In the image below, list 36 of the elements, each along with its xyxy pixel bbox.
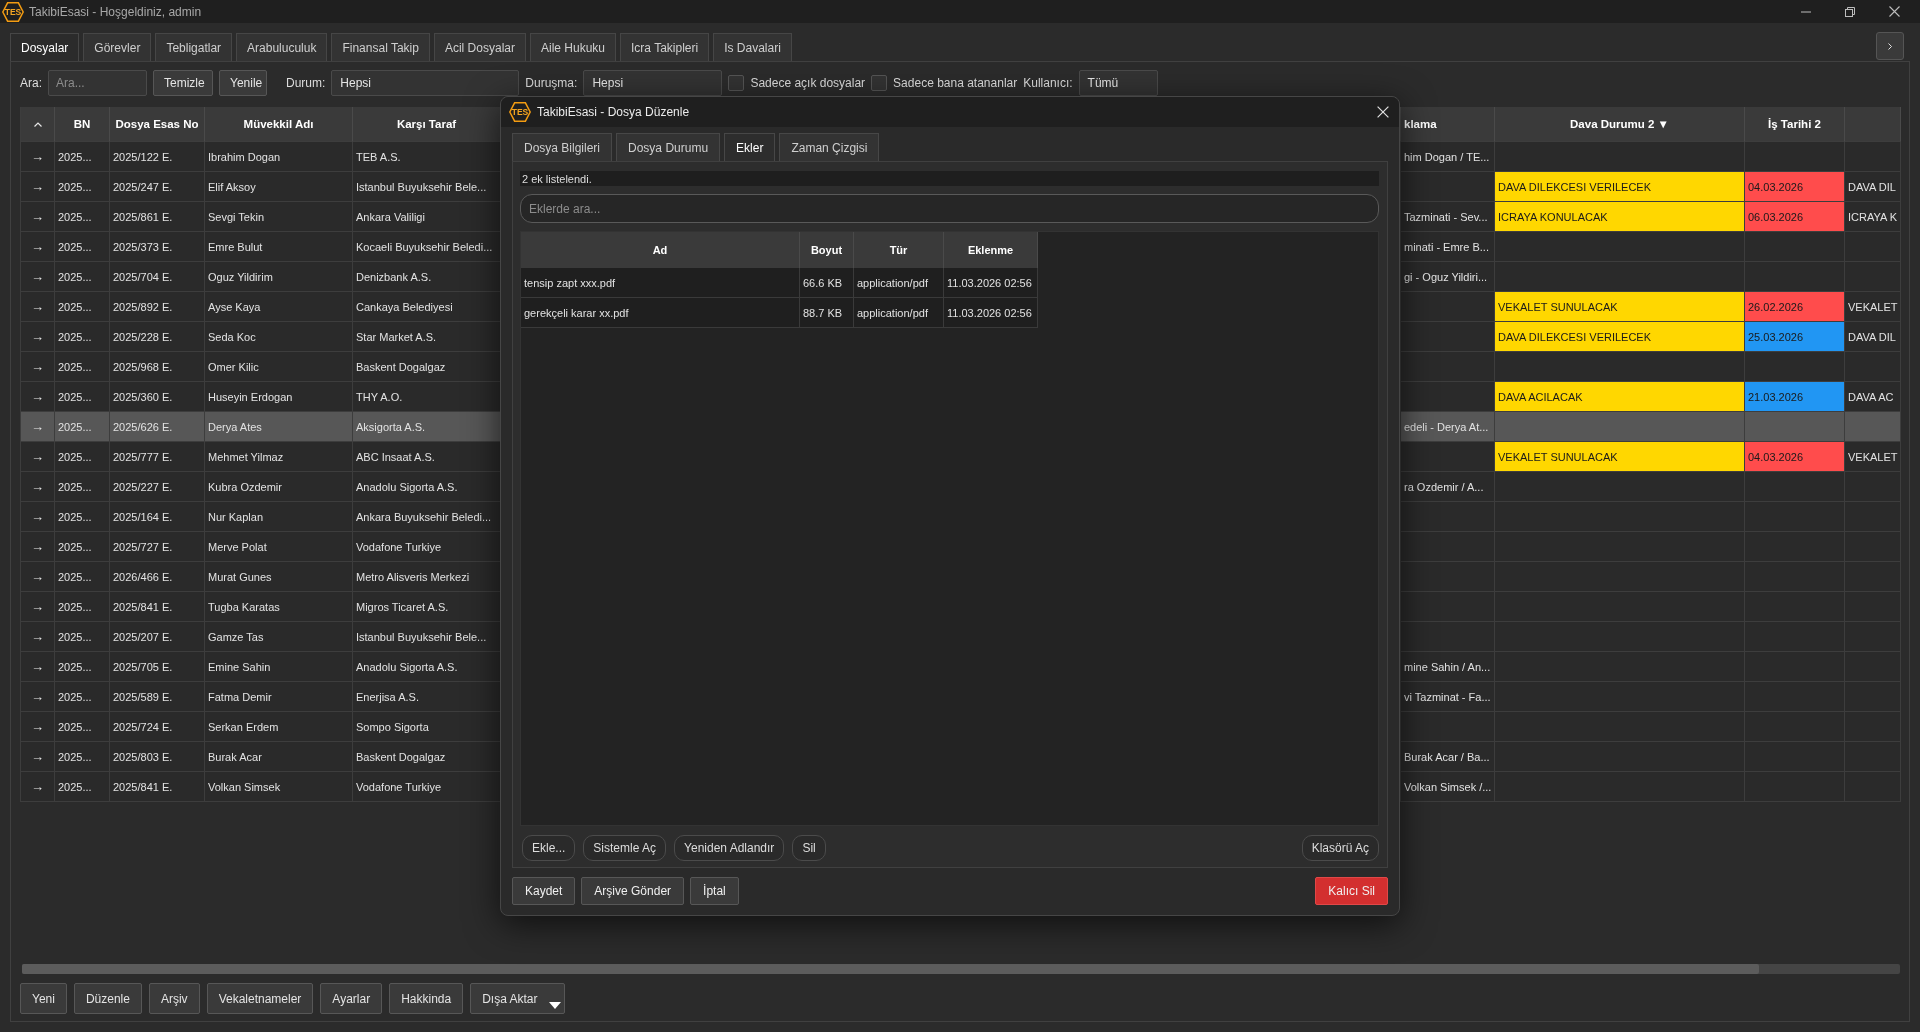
dialog-title: TakibiEsasi - Dosya Düzenle — [537, 105, 690, 119]
table-cell: 2025... — [55, 772, 110, 802]
date-cell: 06.03.2026 — [1745, 202, 1845, 232]
logo-icon: TES — [2, 1, 24, 22]
date-cell: 25.03.2026 — [1745, 322, 1845, 352]
status-cell: DAVA DILEKCESI VERILECEK — [1495, 172, 1745, 202]
hearing-label: Duruşma: — [525, 76, 578, 90]
status-cell: DAVA ACILACAK — [1495, 382, 1745, 412]
logo-icon: TES — [509, 102, 531, 122]
table-cell: Volkan Simsek /... — [1401, 772, 1495, 802]
window-title: TakibiEsasi - Hoşgeldiniz, admin — [29, 4, 202, 19]
date-cell: 04.03.2026 — [1745, 442, 1845, 472]
date-cell: 26.02.2026 — [1745, 292, 1845, 322]
table-cell: 66.6 KB — [800, 268, 854, 298]
table-cell: application/pdf — [854, 268, 944, 298]
date-cell: 21.03.2026 — [1745, 382, 1845, 412]
status-label: Durum: — [286, 76, 326, 90]
checkbox-label: Sadece açık dosyalar — [750, 76, 866, 90]
row-indicator: → — [21, 772, 55, 802]
search-label: Ara: — [20, 76, 42, 90]
table-cell: gerekçeli karar xx.pdf — [521, 298, 800, 328]
status-cell: VEKALET SUNULACAK — [1495, 292, 1745, 322]
checkbox-label: Sadece bana atananlar — [893, 76, 1018, 90]
status-cell: VEKALET SUNULACAK — [1495, 442, 1745, 472]
status-cell: DAVA DILEKCESI VERILECEK — [1495, 322, 1745, 352]
status-message: 2 ek listelendi. — [520, 171, 1379, 186]
date-cell: 04.03.2026 — [1745, 172, 1845, 202]
table-cell: Volkan Simsek — [205, 772, 353, 802]
table-cell: 2025/841 E. — [110, 772, 205, 802]
table-cell: application/pdf — [854, 298, 944, 328]
table-cell: tensip zapt xxx.pdf — [521, 268, 800, 298]
user-label: Kullanıcı: — [1023, 76, 1073, 90]
table-cell: 11.03.2026 02:56 — [944, 298, 1038, 328]
table-cell: 88.7 KB — [800, 298, 854, 328]
status-cell: ICRAYA KONULACAK — [1495, 202, 1745, 232]
table-cell: 11.03.2026 02:56 — [944, 268, 1038, 298]
